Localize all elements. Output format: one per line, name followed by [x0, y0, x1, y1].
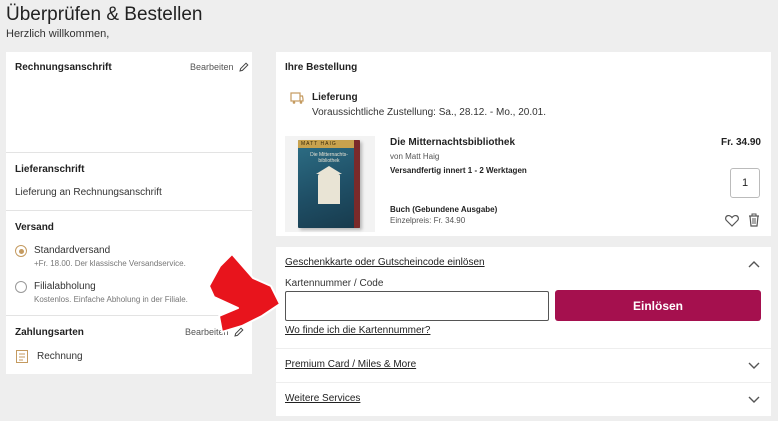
pencil-icon: [238, 62, 249, 72]
chevron-down-icon[interactable]: [748, 362, 760, 370]
page-title: Überprüfen & Bestellen: [6, 4, 203, 25]
billing-edit-label: Bearbeiten: [190, 62, 234, 72]
item-availability: Versandfertig innert 1 - 2 Werktagen: [390, 166, 527, 175]
billing-edit-link[interactable]: Bearbeiten: [190, 62, 249, 72]
item-author: von Matt Haig: [390, 152, 440, 161]
book-cover-image[interactable]: MATT HAIG Die Mitternachts-bibliothek: [298, 140, 360, 228]
delivery-truck-icon: [290, 92, 304, 104]
order-panel: Ihre Bestellung Lieferung Voraussichtlic…: [276, 52, 771, 236]
cover-title: Die Mitternachts-bibliothek: [310, 152, 348, 164]
cover-author: MATT HAIG: [301, 141, 337, 147]
premium-card-toggle[interactable]: Premium Card / Miles & More: [285, 359, 416, 370]
redeem-button[interactable]: Einlösen: [555, 290, 761, 321]
item-title[interactable]: Die Mitternachtsbibliothek: [390, 137, 515, 148]
card-number-label: Kartennummer / Code: [285, 278, 384, 289]
store-pickup-desc: Kostenlos. Einfache Abholung in der Fili…: [34, 295, 188, 304]
payment-edit-label: Bearbeiten: [185, 327, 229, 337]
standard-shipping-desc: +Fr. 18.00. Der klassische Versandservic…: [34, 259, 186, 268]
card-number-help-link[interactable]: Wo finde ich die Kartennummer?: [285, 325, 430, 336]
delivery-label: Lieferung: [312, 92, 358, 103]
trash-icon[interactable]: [748, 213, 760, 227]
chevron-up-icon[interactable]: [748, 260, 760, 268]
services-toggle[interactable]: Weitere Services: [285, 393, 360, 404]
delivery-date: Voraussichtliche Zustellung: Sa., 28.12.…: [312, 107, 547, 118]
billing-title: Rechnungsanschrift: [15, 62, 112, 73]
payment-method: Rechnung: [37, 351, 83, 362]
store-pickup-radio[interactable]: [15, 281, 27, 293]
invoice-icon: [16, 350, 28, 363]
heart-icon[interactable]: [725, 214, 739, 227]
item-price: Fr. 34.90: [720, 137, 761, 148]
standard-shipping-radio[interactable]: [15, 245, 27, 257]
store-pickup-label[interactable]: Filialabholung: [34, 281, 96, 292]
item-format: Buch (Gebundene Ausgabe): [390, 205, 498, 214]
payment-edit-link[interactable]: Bearbeiten: [185, 327, 244, 337]
card-number-input[interactable]: [285, 291, 549, 321]
welcome-text: Herzlich willkommen,: [6, 28, 110, 40]
quantity-field[interactable]: 1: [730, 168, 760, 198]
shipping-address-title: Lieferanschrift: [15, 164, 85, 175]
gift-card-panel: Geschenkkarte oder Gutscheincode einlöse…: [276, 247, 771, 348]
chevron-down-icon[interactable]: [748, 396, 760, 404]
divider: [6, 210, 252, 211]
payment-title: Zahlungsarten: [15, 327, 84, 338]
gift-card-toggle[interactable]: Geschenkkarte oder Gutscheincode einlöse…: [285, 257, 485, 268]
order-title: Ihre Bestellung: [285, 62, 358, 73]
premium-card-panel: Premium Card / Miles & More: [276, 349, 771, 382]
shipping-title: Versand: [15, 222, 54, 233]
checkout-details-panel: Rechnungsanschrift Bearbeiten Lieferansc…: [6, 52, 252, 374]
divider: [6, 315, 252, 316]
services-panel: Weitere Services: [276, 383, 771, 416]
divider: [6, 152, 252, 153]
item-unit-price: Einzelpreis: Fr. 34.90: [390, 216, 466, 225]
pencil-icon: [233, 327, 244, 337]
shipping-address-value: Lieferung an Rechnungsanschrift: [15, 187, 162, 198]
standard-shipping-label[interactable]: Standardversand: [34, 245, 110, 256]
